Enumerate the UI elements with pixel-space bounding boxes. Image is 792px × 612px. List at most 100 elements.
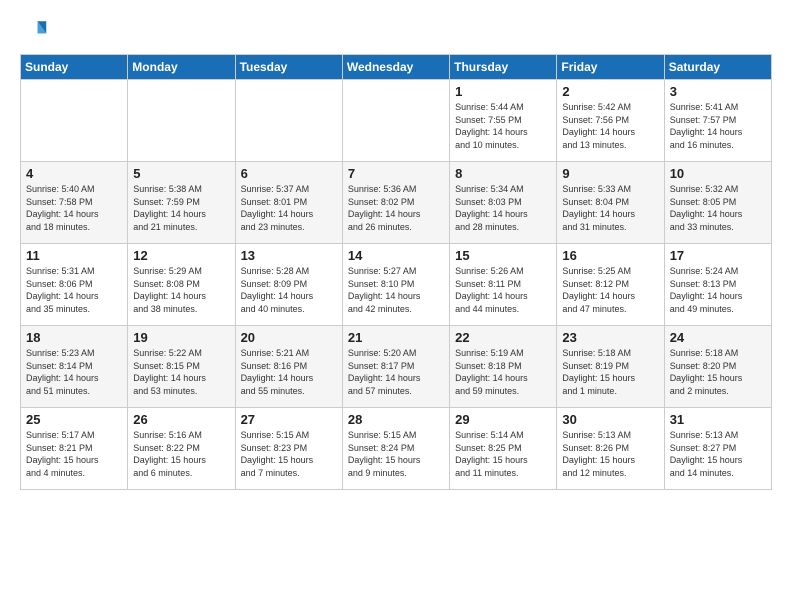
day-info: Sunrise: 5:34 AM Sunset: 8:03 PM Dayligh…	[455, 183, 551, 233]
day-info: Sunrise: 5:42 AM Sunset: 7:56 PM Dayligh…	[562, 101, 658, 151]
day-cell: 3 Sunrise: 5:41 AM Sunset: 7:57 PM Daylig…	[664, 80, 771, 162]
day-info: Sunrise: 5:33 AM Sunset: 8:04 PM Dayligh…	[562, 183, 658, 233]
day-info: Sunrise: 5:16 AM Sunset: 8:22 PM Dayligh…	[133, 429, 229, 479]
day-info: Sunrise: 5:25 AM Sunset: 8:12 PM Dayligh…	[562, 265, 658, 315]
day-number: 9	[562, 166, 658, 181]
day-number: 25	[26, 412, 122, 427]
header-cell-tuesday: Tuesday	[235, 55, 342, 80]
day-number: 5	[133, 166, 229, 181]
day-info: Sunrise: 5:32 AM Sunset: 8:05 PM Dayligh…	[670, 183, 766, 233]
day-info: Sunrise: 5:15 AM Sunset: 8:24 PM Dayligh…	[348, 429, 444, 479]
day-cell: 26 Sunrise: 5:16 AM Sunset: 8:22 PM Dayli…	[128, 408, 235, 490]
header-cell-friday: Friday	[557, 55, 664, 80]
day-number: 11	[26, 248, 122, 263]
day-info: Sunrise: 5:22 AM Sunset: 8:15 PM Dayligh…	[133, 347, 229, 397]
day-number: 15	[455, 248, 551, 263]
day-number: 18	[26, 330, 122, 345]
header-cell-sunday: Sunday	[21, 55, 128, 80]
calendar-header: SundayMondayTuesdayWednesdayThursdayFrid…	[21, 55, 772, 80]
day-number: 2	[562, 84, 658, 99]
logo	[20, 16, 52, 44]
page: SundayMondayTuesdayWednesdayThursdayFrid…	[0, 0, 792, 612]
day-number: 19	[133, 330, 229, 345]
header-cell-wednesday: Wednesday	[342, 55, 449, 80]
day-number: 26	[133, 412, 229, 427]
day-number: 4	[26, 166, 122, 181]
day-cell: 8 Sunrise: 5:34 AM Sunset: 8:03 PM Daylig…	[450, 162, 557, 244]
header	[20, 16, 772, 44]
day-cell: 13 Sunrise: 5:28 AM Sunset: 8:09 PM Dayli…	[235, 244, 342, 326]
day-info: Sunrise: 5:24 AM Sunset: 8:13 PM Dayligh…	[670, 265, 766, 315]
day-cell: 12 Sunrise: 5:29 AM Sunset: 8:08 PM Dayli…	[128, 244, 235, 326]
day-cell: 19 Sunrise: 5:22 AM Sunset: 8:15 PM Dayli…	[128, 326, 235, 408]
day-cell: 16Sunrise: 5:25 AM Sunset: 8:12 PM Dayli…	[557, 244, 664, 326]
day-number: 3	[670, 84, 766, 99]
day-cell: 6 Sunrise: 5:37 AM Sunset: 8:01 PM Daylig…	[235, 162, 342, 244]
logo-icon	[20, 16, 48, 44]
header-cell-saturday: Saturday	[664, 55, 771, 80]
day-cell: 7 Sunrise: 5:36 AM Sunset: 8:02 PM Daylig…	[342, 162, 449, 244]
day-number: 8	[455, 166, 551, 181]
day-number: 10	[670, 166, 766, 181]
day-number: 17	[670, 248, 766, 263]
day-number: 28	[348, 412, 444, 427]
day-number: 7	[348, 166, 444, 181]
day-info: Sunrise: 5:26 AM Sunset: 8:11 PM Dayligh…	[455, 265, 551, 315]
day-info: Sunrise: 5:13 AM Sunset: 8:26 PM Dayligh…	[562, 429, 658, 479]
day-info: Sunrise: 5:17 AM Sunset: 8:21 PM Dayligh…	[26, 429, 122, 479]
day-info: Sunrise: 5:29 AM Sunset: 8:08 PM Dayligh…	[133, 265, 229, 315]
day-cell: 30 Sunrise: 5:13 AM Sunset: 8:26 PM Dayli…	[557, 408, 664, 490]
day-number: 24	[670, 330, 766, 345]
day-cell	[21, 80, 128, 162]
week-row-4: 25 Sunrise: 5:17 AM Sunset: 8:21 PM Dayli…	[21, 408, 772, 490]
day-info: Sunrise: 5:14 AM Sunset: 8:25 PM Dayligh…	[455, 429, 551, 479]
day-info: Sunrise: 5:41 AM Sunset: 7:57 PM Dayligh…	[670, 101, 766, 151]
day-number: 31	[670, 412, 766, 427]
day-cell: 18 Sunrise: 5:23 AM Sunset: 8:14 PM Dayli…	[21, 326, 128, 408]
day-number: 6	[241, 166, 337, 181]
day-cell: 4 Sunrise: 5:40 AM Sunset: 7:58 PM Daylig…	[21, 162, 128, 244]
day-number: 30	[562, 412, 658, 427]
header-row: SundayMondayTuesdayWednesdayThursdayFrid…	[21, 55, 772, 80]
day-cell: 22Sunrise: 5:19 AM Sunset: 8:18 PM Dayli…	[450, 326, 557, 408]
day-cell: 28 Sunrise: 5:15 AM Sunset: 8:24 PM Dayli…	[342, 408, 449, 490]
day-info: Sunrise: 5:44 AM Sunset: 7:55 PM Dayligh…	[455, 101, 551, 151]
day-cell: 15 Sunrise: 5:26 AM Sunset: 8:11 PM Dayli…	[450, 244, 557, 326]
day-info: Sunrise: 5:31 AM Sunset: 8:06 PM Dayligh…	[26, 265, 122, 315]
day-info: Sunrise: 5:23 AM Sunset: 8:14 PM Dayligh…	[26, 347, 122, 397]
day-cell: 5 Sunrise: 5:38 AM Sunset: 7:59 PM Daylig…	[128, 162, 235, 244]
day-info: Sunrise: 5:36 AM Sunset: 8:02 PM Dayligh…	[348, 183, 444, 233]
day-info: Sunrise: 5:28 AM Sunset: 8:09 PM Dayligh…	[241, 265, 337, 315]
day-info: Sunrise: 5:38 AM Sunset: 7:59 PM Dayligh…	[133, 183, 229, 233]
day-info: Sunrise: 5:18 AM Sunset: 8:19 PM Dayligh…	[562, 347, 658, 397]
day-info: Sunrise: 5:15 AM Sunset: 8:23 PM Dayligh…	[241, 429, 337, 479]
calendar-body: 1 Sunrise: 5:44 AM Sunset: 7:55 PM Daylig…	[21, 80, 772, 490]
day-info: Sunrise: 5:13 AM Sunset: 8:27 PM Dayligh…	[670, 429, 766, 479]
day-number: 13	[241, 248, 337, 263]
day-number: 23	[562, 330, 658, 345]
day-number: 1	[455, 84, 551, 99]
day-info: Sunrise: 5:40 AM Sunset: 7:58 PM Dayligh…	[26, 183, 122, 233]
day-cell: 20Sunrise: 5:21 AM Sunset: 8:16 PM Dayli…	[235, 326, 342, 408]
calendar-table: SundayMondayTuesdayWednesdayThursdayFrid…	[20, 54, 772, 490]
day-cell: 24Sunrise: 5:18 AM Sunset: 8:20 PM Dayli…	[664, 326, 771, 408]
day-cell: 2 Sunrise: 5:42 AM Sunset: 7:56 PM Daylig…	[557, 80, 664, 162]
header-cell-thursday: Thursday	[450, 55, 557, 80]
day-cell: 9 Sunrise: 5:33 AM Sunset: 8:04 PM Daylig…	[557, 162, 664, 244]
day-cell: 23 Sunrise: 5:18 AM Sunset: 8:19 PM Dayli…	[557, 326, 664, 408]
day-cell: 17 Sunrise: 5:24 AM Sunset: 8:13 PM Dayli…	[664, 244, 771, 326]
day-cell: 21Sunrise: 5:20 AM Sunset: 8:17 PM Dayli…	[342, 326, 449, 408]
day-number: 12	[133, 248, 229, 263]
week-row-3: 18 Sunrise: 5:23 AM Sunset: 8:14 PM Dayli…	[21, 326, 772, 408]
day-number: 21	[348, 330, 444, 345]
day-cell: 1 Sunrise: 5:44 AM Sunset: 7:55 PM Daylig…	[450, 80, 557, 162]
day-number: 27	[241, 412, 337, 427]
day-cell: 31 Sunrise: 5:13 AM Sunset: 8:27 PM Dayli…	[664, 408, 771, 490]
day-cell	[235, 80, 342, 162]
day-cell: 27 Sunrise: 5:15 AM Sunset: 8:23 PM Dayli…	[235, 408, 342, 490]
day-cell	[342, 80, 449, 162]
day-cell: 10 Sunrise: 5:32 AM Sunset: 8:05 PM Dayli…	[664, 162, 771, 244]
header-cell-monday: Monday	[128, 55, 235, 80]
day-info: Sunrise: 5:37 AM Sunset: 8:01 PM Dayligh…	[241, 183, 337, 233]
day-info: Sunrise: 5:19 AM Sunset: 8:18 PM Dayligh…	[455, 347, 551, 397]
